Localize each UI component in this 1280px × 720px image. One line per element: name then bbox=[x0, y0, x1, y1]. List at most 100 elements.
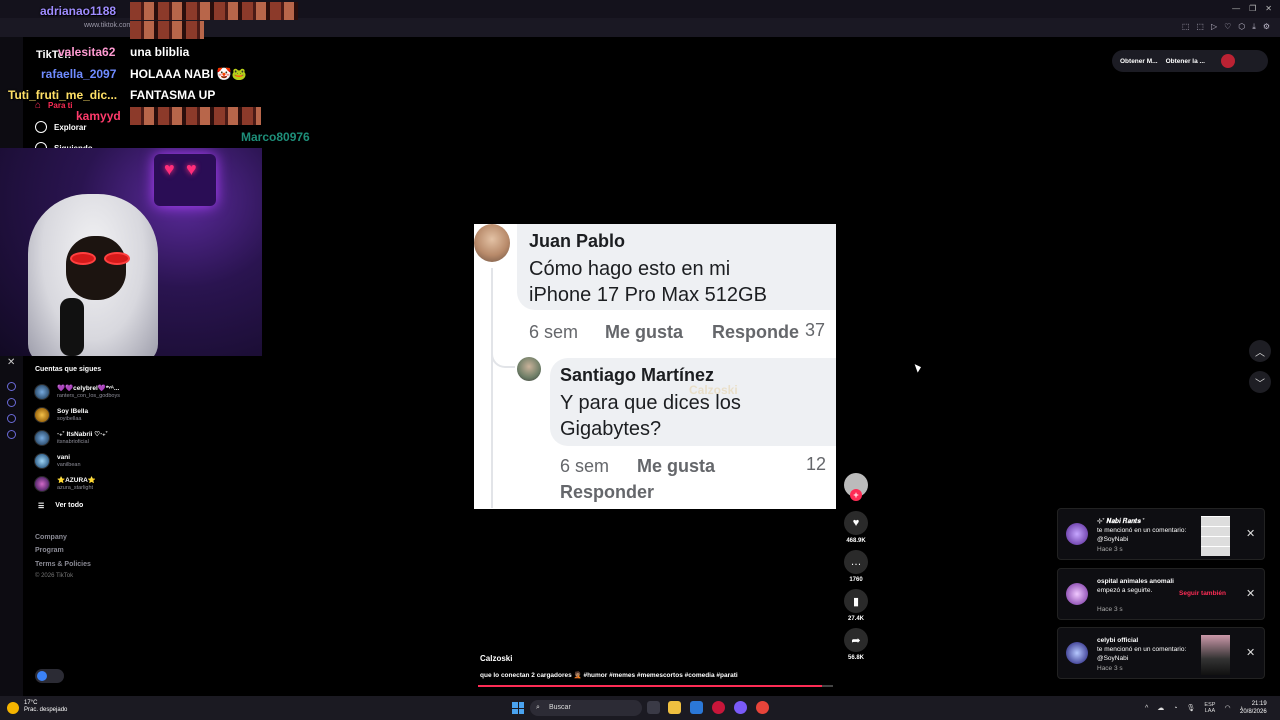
footer-link-company[interactable]: Company bbox=[35, 534, 67, 541]
notification-text: te mencionó en un comentario: @SoyNabi bbox=[1097, 646, 1187, 662]
notification-title: ospital animales anomali empezó a seguir… bbox=[1097, 578, 1174, 594]
compass-icon bbox=[35, 121, 47, 133]
extension-icon[interactable]: ▷ bbox=[1211, 22, 1217, 32]
notification-card[interactable]: ospital animales anomali empezó a seguir… bbox=[1057, 568, 1265, 620]
extension-icon[interactable]: ⬚ bbox=[1182, 22, 1190, 32]
opera-icon[interactable] bbox=[712, 701, 725, 714]
close-window-button[interactable]: ✕ bbox=[1265, 4, 1272, 13]
download-icon[interactable]: ⤓ bbox=[1252, 22, 1256, 32]
mic-icon[interactable]: 🎙 bbox=[1187, 704, 1196, 712]
notification-time: Hace 3 s bbox=[1097, 665, 1123, 672]
following-item[interactable]: 💜💜celybrel💜*ᵛᴬ... ranters_con_los_godboy… bbox=[34, 382, 120, 402]
settings-icon[interactable]: ⚙ bbox=[1263, 22, 1270, 32]
theme-toggle[interactable] bbox=[35, 669, 64, 683]
taskbar-search[interactable]: ⌕ Buscar bbox=[530, 700, 642, 716]
close-icon[interactable]: ✕ bbox=[7, 357, 15, 368]
chevron-up-icon[interactable]: ︿ bbox=[1249, 340, 1271, 362]
following-name: ⭐AZURA⭐ bbox=[57, 476, 96, 484]
follow-back-button[interactable]: Seguir también bbox=[1179, 590, 1226, 597]
comment-action[interactable]: … 1760 bbox=[843, 550, 869, 583]
taskbar-clock[interactable]: 21:19 20/8/2026 bbox=[1240, 700, 1267, 716]
following-handle: azura_starlight bbox=[57, 484, 94, 491]
chat-message: FANTASMA UP bbox=[130, 88, 216, 102]
comment-icon[interactable]: … bbox=[844, 550, 868, 574]
notification-text: te mencionó en un comentario: @SoyNabi bbox=[1097, 527, 1187, 543]
extension-icon[interactable]: ⬡ bbox=[1238, 22, 1245, 32]
app-icon[interactable] bbox=[756, 701, 769, 714]
wifi-icon[interactable]: ◠ bbox=[1224, 704, 1230, 712]
emote-strip bbox=[130, 107, 261, 125]
url-text[interactable]: www.tiktok.com bbox=[84, 22, 132, 29]
following-name: Soy lBella bbox=[57, 407, 89, 415]
rail-icon[interactable] bbox=[7, 382, 16, 391]
cloud-icon[interactable]: ☁ bbox=[1157, 704, 1164, 712]
windows-start-icon[interactable] bbox=[512, 702, 524, 714]
see-all-link[interactable]: ☰ Ver todo bbox=[38, 502, 83, 510]
notification-card[interactable]: celybi official te mencionó en un coment… bbox=[1057, 627, 1265, 679]
bookmark-icon[interactable]: ▮ bbox=[844, 589, 868, 613]
video-progress[interactable] bbox=[478, 685, 833, 687]
copyright: © 2026 TikTok bbox=[35, 573, 74, 579]
comment-time: 6 sem bbox=[529, 322, 579, 342]
following-item[interactable]: Soy lBella soyibellaa bbox=[34, 405, 88, 425]
chevron-up-icon[interactable]: ^ bbox=[1145, 705, 1148, 712]
task-view-icon[interactable] bbox=[647, 701, 660, 714]
following-item[interactable]: ‧₊˚ ItsNabrii ♡‧₊˚ itsnabrioficial bbox=[34, 428, 108, 448]
heart-icon[interactable]: ♥ bbox=[844, 511, 868, 535]
chevron-down-icon[interactable]: ﹀ bbox=[1249, 371, 1271, 393]
share-icon[interactable]: ➦ bbox=[844, 628, 868, 652]
caption-username[interactable]: Calzoski bbox=[480, 654, 512, 663]
comment-reply: Responder bbox=[560, 482, 655, 502]
comment-likes-count: 37 bbox=[805, 320, 826, 340]
red-glasses bbox=[70, 252, 134, 266]
heart-icon: ♥ bbox=[164, 159, 175, 179]
follow-plus-button[interactable]: + bbox=[850, 489, 862, 501]
get-app-button[interactable]: Obtener M... bbox=[1120, 58, 1158, 65]
share-action[interactable]: ➦ 56.8K bbox=[843, 628, 869, 661]
network-icon[interactable]: ◔ bbox=[1173, 705, 1177, 712]
footer-link-program[interactable]: Program bbox=[35, 547, 64, 554]
discord-icon[interactable] bbox=[734, 701, 747, 714]
like-count: 468.9K bbox=[846, 538, 866, 544]
like-action[interactable]: ♥ 468.9K bbox=[843, 511, 869, 544]
avatar bbox=[34, 430, 50, 446]
comment-time: 6 sem bbox=[560, 456, 610, 476]
notification-thumbnail bbox=[1201, 516, 1230, 556]
following-item[interactable]: ⭐AZURA⭐ azura_starlight bbox=[34, 474, 96, 494]
chat-username: adrianao1188 bbox=[40, 4, 117, 18]
close-icon[interactable]: ✕ bbox=[1246, 646, 1255, 659]
comment-like: Me gusta bbox=[637, 456, 716, 476]
extension-icon[interactable]: ⬚ bbox=[1196, 22, 1204, 32]
video-player[interactable]: Juan Pablo Cómo hago esto en mi iPhone 1… bbox=[474, 224, 836, 509]
profile-avatar[interactable] bbox=[1220, 54, 1235, 68]
store-icon[interactable] bbox=[690, 701, 703, 714]
following-item[interactable]: vani vanilbean bbox=[34, 451, 81, 471]
weather-widget[interactable]: 17°C Prac. despejado bbox=[7, 700, 67, 714]
footer-link-terms[interactable]: Terms & Policies bbox=[35, 561, 91, 568]
rail-icon[interactable] bbox=[7, 398, 16, 407]
minimize-button[interactable]: — bbox=[1232, 4, 1240, 13]
mouse-cursor bbox=[914, 362, 923, 373]
following-name: vani bbox=[57, 453, 71, 461]
chat-username: Tuti_fruti_me_dic... bbox=[8, 88, 118, 102]
maximize-button[interactable]: ❐ bbox=[1249, 4, 1256, 13]
save-action[interactable]: ▮ 27.4K bbox=[843, 589, 869, 622]
following-name: 💜💜celybrel💜*ᵛᴬ... bbox=[57, 384, 120, 392]
following-handle: vanilbean bbox=[57, 461, 81, 468]
get-app-button-2[interactable]: Obtener la ... bbox=[1166, 58, 1205, 65]
heart-icon: ♥ bbox=[186, 159, 197, 179]
avatar bbox=[1066, 642, 1088, 664]
comment-author: Santiago Martínez bbox=[560, 365, 715, 385]
clock-date: 20/8/2026 bbox=[1240, 709, 1267, 715]
close-icon[interactable]: ✕ bbox=[1246, 527, 1255, 540]
notification-time: Hace 3 s bbox=[1097, 606, 1123, 613]
language-indicator[interactable]: ESP LAA bbox=[1204, 702, 1215, 714]
notification-card[interactable]: ⊹˚ 𝑵𝒂𝒃𝒊 𝑹𝒂𝒏𝒕𝒔 ˚ te mencionó en un coment… bbox=[1057, 508, 1265, 560]
chat-message: una bliblia bbox=[130, 45, 190, 59]
heart-icon[interactable]: ♡ bbox=[1224, 22, 1231, 32]
close-icon[interactable]: ✕ bbox=[1246, 587, 1255, 600]
file-explorer-icon[interactable] bbox=[668, 701, 681, 714]
rail-icon[interactable] bbox=[7, 430, 16, 439]
system-tray: ^ ☁ ◔ 🎙 ESP LAA ◠ ♪ bbox=[1145, 702, 1243, 714]
rail-icon[interactable] bbox=[7, 414, 16, 423]
